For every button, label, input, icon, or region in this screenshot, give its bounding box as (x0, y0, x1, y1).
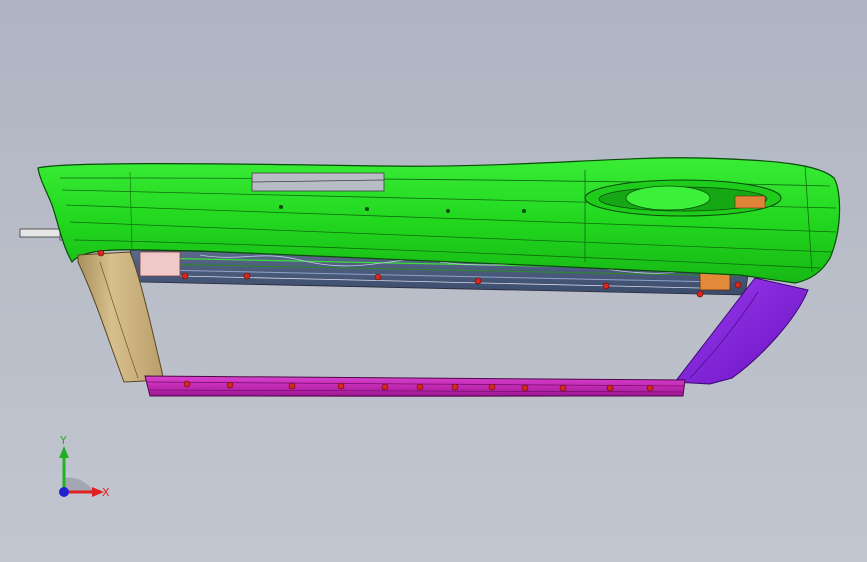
y-axis-label: Y (59, 434, 67, 447)
x-axis-label: X (102, 486, 110, 499)
y-axis-arrow (59, 446, 69, 458)
z-axis-dot (59, 487, 69, 497)
orientation-triad: Y X (59, 434, 110, 499)
lower-rail[interactable] (144, 375, 686, 398)
door-trim-model[interactable] (0, 0, 867, 562)
3d-viewport[interactable]: Y X (0, 0, 867, 562)
handle-recess[interactable] (584, 179, 782, 217)
